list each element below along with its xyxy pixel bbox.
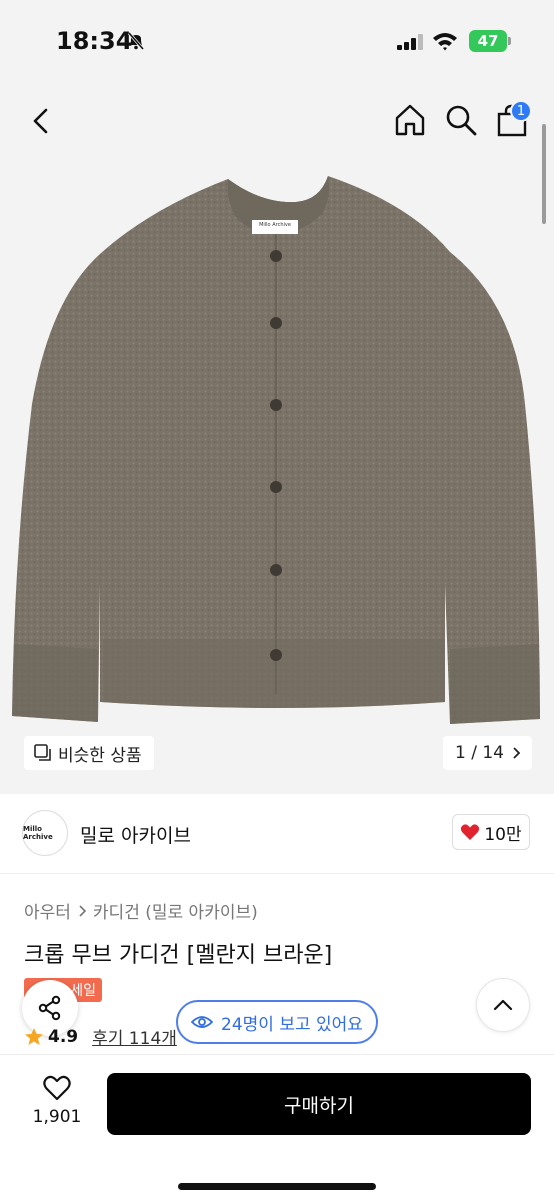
search-icon[interactable]: [444, 102, 478, 138]
live-viewers-pill: 24명이 보고 있어요: [176, 1000, 378, 1044]
brand-row[interactable]: Millo Archive 밀로 아카이브 10만: [0, 794, 554, 874]
product-title: 크롭 무브 가디건 [멜란지 브라운]: [24, 943, 333, 968]
copy-stack-icon: [34, 744, 51, 761]
status-bar: 18:34 47: [0, 0, 554, 84]
brand-like-count: 10만: [484, 824, 522, 845]
battery-level: 47: [469, 30, 507, 52]
home-indicator: [178, 1183, 376, 1190]
buy-button[interactable]: 구매하기: [107, 1073, 531, 1135]
eye-icon: [191, 1016, 214, 1028]
brand-like-button[interactable]: 10만: [452, 814, 530, 850]
star-icon: [25, 1027, 43, 1045]
live-viewers-text: 24명이 보고 있어요: [221, 1014, 363, 1035]
reviews-link[interactable]: 후기 114개: [92, 1024, 177, 1049]
share-icon: [38, 995, 61, 1021]
breadcrumb: 아우터 카디건 (밀로 아카이브): [24, 898, 258, 923]
heart-outline-icon: [43, 1075, 71, 1101]
similar-products-label: 비슷한 상품: [58, 745, 142, 766]
image-page-counter[interactable]: 1 / 14: [443, 736, 532, 770]
brand-name[interactable]: 밀로 아카이브: [80, 821, 191, 848]
cellular-signal-icon: [397, 34, 423, 50]
product-photo-cardigan: [12, 176, 540, 724]
scroll-indicator: [542, 124, 546, 224]
status-time: 18:34: [56, 27, 133, 55]
chevron-right-icon: [79, 904, 87, 917]
wishlist-button[interactable]: 1,901: [28, 1075, 86, 1127]
scroll-to-top-button[interactable]: [476, 978, 530, 1032]
battery-cap: [508, 37, 511, 45]
home-icon[interactable]: [392, 102, 428, 138]
heart-filled-icon: [461, 824, 480, 840]
chevron-up-icon: [493, 999, 513, 1011]
rating-value: 4.9: [48, 1026, 79, 1047]
wishlist-count: 1,901: [32, 1107, 82, 1127]
breadcrumb-subcategory[interactable]: 카디건 (밀로 아카이브): [93, 898, 258, 923]
garment-label: Millo Archive: [259, 222, 291, 228]
rating-row: 4.9 후기 114개: [24, 1024, 177, 1049]
purchase-bar: 1,901 구매하기: [0, 1054, 554, 1200]
similar-products-button[interactable]: 비슷한 상품: [24, 736, 154, 770]
wifi-icon: [433, 33, 457, 51]
product-image-gallery[interactable]: Millo Archive 1 비슷한 상품 1 / 14: [0, 84, 554, 794]
back-chevron-icon[interactable]: [26, 104, 56, 138]
brand-logo[interactable]: Millo Archive: [22, 810, 68, 856]
bell-muted-icon: [127, 32, 145, 50]
chevron-right-icon: [513, 747, 520, 759]
image-page-counter-text: 1 / 14: [455, 743, 504, 763]
cart-count-badge: 1: [510, 100, 532, 122]
breadcrumb-category[interactable]: 아우터: [24, 898, 71, 923]
